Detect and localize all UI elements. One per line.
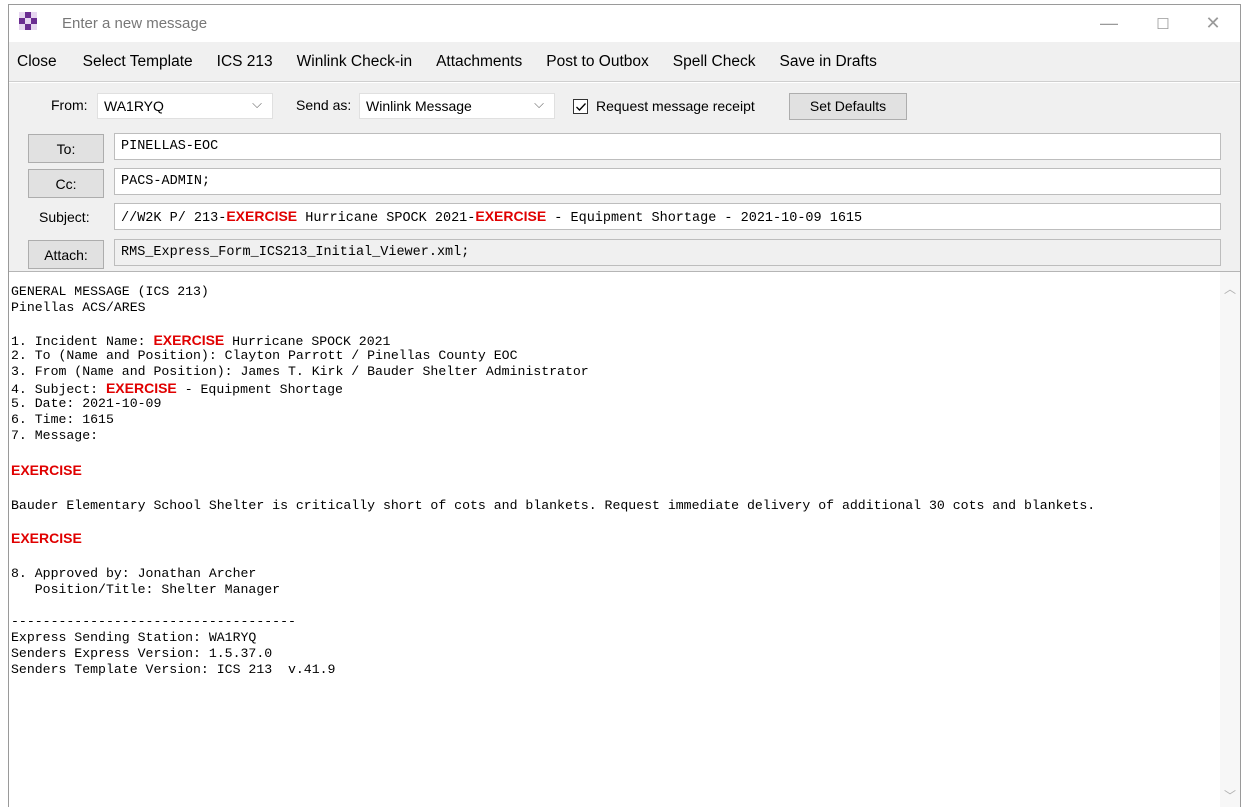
item-text: 1. Incident Name:	[11, 334, 154, 349]
menu-save-in-drafts[interactable]: Save in Drafts	[779, 53, 876, 71]
menu-close[interactable]: Close	[17, 53, 57, 71]
item-text: Hurricane SPOCK 2021	[224, 334, 391, 349]
body-line: 5. Date: 2021-10-09	[11, 396, 162, 411]
attach-field[interactable]: RMS_Express_Form_ICS213_Initial_Viewer.x…	[114, 239, 1221, 266]
exercise-tag: EXERCISE	[153, 332, 225, 348]
minimize-button[interactable]: —	[1086, 5, 1132, 42]
menu-select-template[interactable]: Select Template	[83, 53, 193, 71]
body-line: Express Sending Station: WA1RYQ	[11, 630, 257, 645]
send-as-label: Send as:	[296, 97, 352, 113]
set-defaults-button[interactable]: Set Defaults	[789, 93, 907, 120]
body-line: 3. From (Name and Position): James T. Ki…	[11, 364, 589, 379]
body-line: Pinellas ACS/ARES	[11, 300, 146, 315]
chevron-down-icon: ⌵	[534, 96, 544, 111]
subject-text: - Equipment Shortage - 2021-10-09 1615	[546, 211, 863, 226]
cc-button[interactable]: Cc:	[28, 169, 104, 198]
body-line: 2. To (Name and Position): Clayton Parro…	[11, 348, 518, 363]
from-label: From:	[51, 97, 88, 113]
subject-text: Hurricane SPOCK 2021-	[297, 211, 476, 226]
close-window-button[interactable]: ✕	[1190, 5, 1236, 42]
subject-label: Subject:	[39, 209, 90, 225]
body-line: GENERAL MESSAGE (ICS 213)	[11, 284, 209, 299]
body-line: 4. Subject: EXERCISE - Equipment Shortag…	[11, 380, 1222, 397]
exercise-banner: EXERCISE	[11, 462, 82, 478]
subject-text: //W2K P/ 213-	[121, 211, 227, 226]
app-icon	[19, 12, 37, 30]
scroll-up-icon[interactable]: ︿	[1220, 280, 1240, 297]
header-panel: From: WA1RYQ ⌵ Send as: Winlink Message …	[9, 83, 1240, 272]
menu-ics-213[interactable]: ICS 213	[217, 53, 273, 71]
body-line: 1. Incident Name: EXERCISE Hurricane SPO…	[11, 332, 1222, 349]
body-line: 7. Message:	[11, 428, 99, 443]
message-text: Bauder Elementary School Shelter is crit…	[11, 498, 1096, 513]
chevron-down-icon: ⌵	[252, 96, 262, 111]
exercise-tag: EXERCISE	[475, 208, 547, 224]
window-title: Enter a new message	[62, 15, 208, 32]
menu-spell-check[interactable]: Spell Check	[673, 53, 756, 71]
to-field[interactable]: PINELLAS-EOC	[114, 133, 1221, 160]
exercise-tag: EXERCISE	[226, 208, 298, 224]
menu-bar: Close Select Template ICS 213 Winlink Ch…	[9, 42, 1240, 82]
body-line: 6. Time: 1615	[11, 412, 114, 427]
request-receipt-label: Request message receipt	[596, 98, 755, 114]
send-as-dropdown[interactable]: Winlink Message ⌵	[359, 93, 555, 119]
checkmark-icon	[576, 103, 586, 111]
menu-winlink-check-in[interactable]: Winlink Check-in	[297, 53, 412, 71]
attach-button[interactable]: Attach:	[28, 240, 104, 269]
send-as-value: Winlink Message	[366, 98, 472, 114]
menu-attachments[interactable]: Attachments	[436, 53, 522, 71]
exercise-tag: EXERCISE	[105, 380, 177, 396]
body-line: Position/Title: Shelter Manager	[11, 582, 281, 597]
body-line: Senders Template Version: ICS 213 v.41.9	[11, 662, 336, 677]
item-text: 4. Subject:	[11, 382, 106, 397]
body-line: Senders Express Version: 1.5.37.0	[11, 646, 273, 661]
maximize-button[interactable]: ☐	[1140, 5, 1186, 42]
message-window: Enter a new message — ☐ ✕ Close Select T…	[8, 4, 1241, 807]
exercise-banner: EXERCISE	[11, 530, 82, 546]
item-text: - Equipment Shortage	[176, 382, 343, 397]
vertical-scrollbar[interactable]: ︿ ﹀	[1220, 272, 1240, 807]
from-dropdown[interactable]: WA1RYQ ⌵	[97, 93, 273, 119]
title-bar: Enter a new message — ☐ ✕	[9, 5, 1240, 42]
request-receipt-checkbox[interactable]	[573, 99, 588, 114]
scroll-down-icon[interactable]: ﹀	[1220, 787, 1240, 804]
subject-field[interactable]: //W2K P/ 213-EXERCISE Hurricane SPOCK 20…	[114, 203, 1221, 230]
body-line: 8. Approved by: Jonathan Archer	[11, 566, 257, 581]
cc-field[interactable]: PACS-ADMIN;	[114, 168, 1221, 195]
from-value: WA1RYQ	[104, 98, 164, 114]
message-body[interactable]: GENERAL MESSAGE (ICS 213) Pinellas ACS/A…	[9, 272, 1222, 807]
divider: ------------------------------------	[11, 614, 296, 629]
menu-post-to-outbox[interactable]: Post to Outbox	[546, 53, 649, 71]
to-button[interactable]: To:	[28, 134, 104, 163]
